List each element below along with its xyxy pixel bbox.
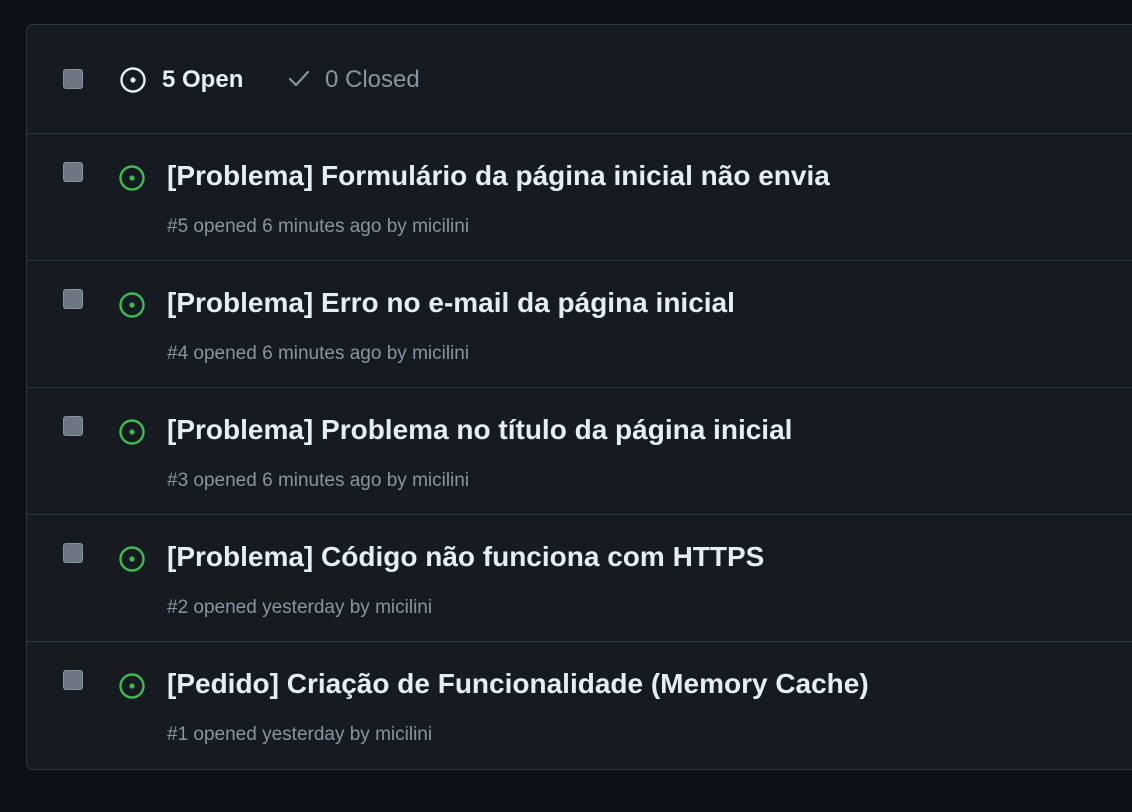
open-count-label: 5 Open (162, 66, 244, 93)
issue-title-link[interactable]: [Problema] Formulário da página inicial … (167, 160, 830, 192)
select-all-checkbox[interactable] (63, 69, 83, 89)
open-issues-filter[interactable]: 5 Open (118, 63, 243, 97)
issue-title-link[interactable]: [Problema] Código não funciona com HTTPS (167, 541, 764, 573)
issue-title-link[interactable]: [Problema] Erro no e-mail da página inic… (167, 287, 735, 319)
check-icon (285, 64, 313, 97)
issue-checkbox[interactable] (63, 416, 83, 436)
issue-meta: #1 opened yesterday by micilini (167, 724, 433, 745)
issues-list-header: 5 Open 0 Closed (27, 25, 1132, 134)
issue-meta: #5 opened 6 minutes ago by micilini (167, 216, 470, 237)
issue-opened-icon (117, 544, 147, 579)
issue-row: [Problema] Erro no e-mail da página inic… (27, 261, 1132, 388)
issue-checkbox[interactable] (63, 543, 83, 563)
issue-checkbox[interactable] (63, 289, 83, 309)
issue-opened-icon (117, 671, 147, 706)
issue-opened-icon (117, 417, 147, 452)
closed-issues-filter[interactable]: 0 Closed (285, 63, 420, 97)
closed-count-label: 0 Closed (325, 66, 420, 93)
issues-list: 5 Open 0 Closed [Problema] Formulário da… (26, 24, 1132, 770)
issue-checkbox[interactable] (63, 670, 83, 690)
issue-row: [Pedido] Criação de Funcionalidade (Memo… (27, 642, 1132, 769)
issue-row: [Problema] Formulário da página inicial … (27, 134, 1132, 261)
issue-opened-icon (118, 65, 148, 95)
issue-meta: #3 opened 6 minutes ago by micilini (167, 470, 470, 491)
issue-title-link[interactable]: [Pedido] Criação de Funcionalidade (Memo… (167, 668, 869, 700)
issue-title-link[interactable]: [Problema] Problema no título da página … (167, 414, 792, 446)
issue-row: [Problema] Código não funciona com HTTPS… (27, 515, 1132, 642)
issue-opened-icon (117, 163, 147, 198)
issue-meta: #4 opened 6 minutes ago by micilini (167, 343, 470, 364)
issue-meta: #2 opened yesterday by micilini (167, 597, 433, 618)
issue-checkbox[interactable] (63, 162, 83, 182)
issue-row: [Problema] Problema no título da página … (27, 388, 1132, 515)
issue-opened-icon (117, 290, 147, 325)
